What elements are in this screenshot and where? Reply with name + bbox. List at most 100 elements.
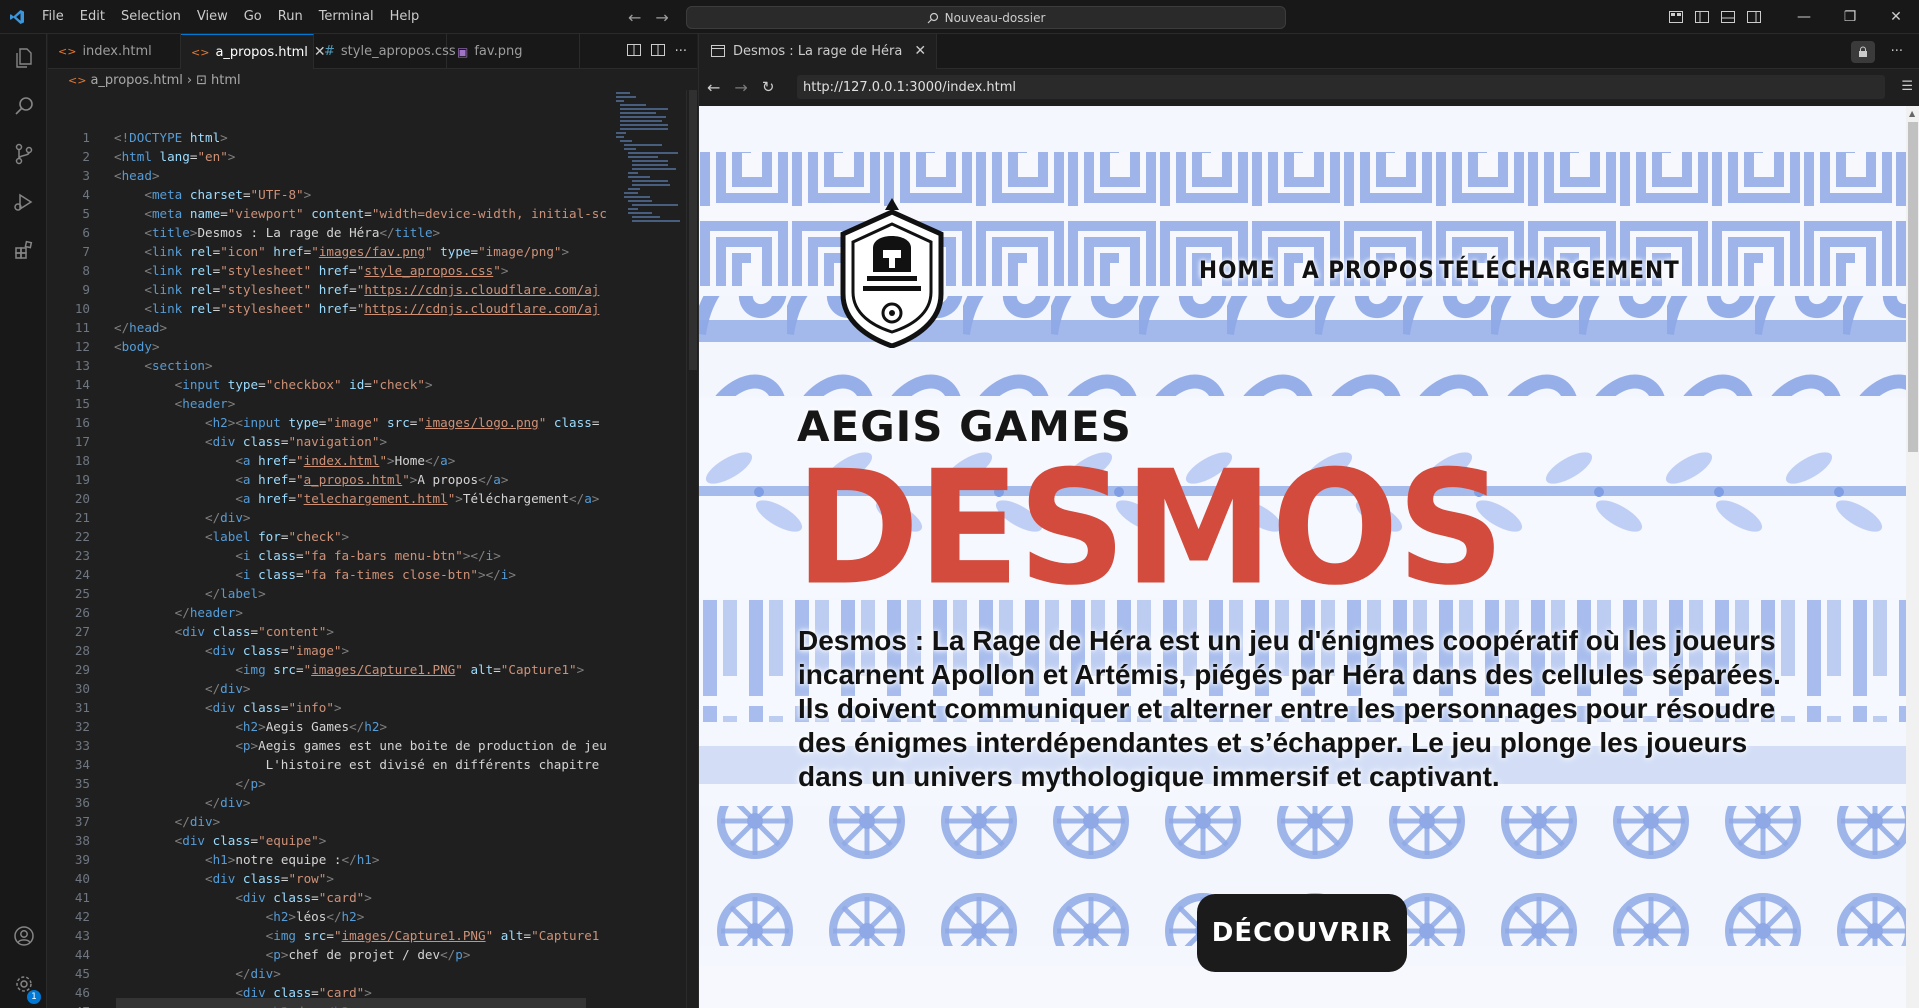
code-line[interactable]: 2 <html lang="en">: [48, 147, 608, 166]
code-line[interactable]: 10 <link rel="stylesheet" href="https://…: [48, 299, 608, 318]
code-line[interactable]: 14 <input type="checkbox" id="check">: [48, 375, 608, 394]
code-line[interactable]: 29 <img src="images/Capture1.PNG" alt="C…: [48, 660, 608, 679]
vscode-logo-icon[interactable]: [0, 0, 34, 34]
close-tab-icon[interactable]: ✕: [914, 43, 926, 59]
menu-help[interactable]: Help: [382, 0, 428, 34]
menu-view[interactable]: View: [189, 0, 236, 34]
code-line[interactable]: 24 <i class="fa fa-times close-btn"></i>: [48, 565, 608, 584]
lock-group-icon[interactable]: [1850, 40, 1875, 63]
command-center[interactable]: Nouveau-dossier: [686, 6, 1286, 29]
forward-arrow-icon[interactable]: →: [655, 8, 668, 27]
menu-edit[interactable]: Edit: [72, 0, 113, 34]
code-line[interactable]: 38 <div class="equipe">: [48, 831, 608, 850]
code-line[interactable]: 9 <link rel="stylesheet" href="https://c…: [48, 280, 608, 299]
scroll-up-icon[interactable]: ▲: [1909, 109, 1915, 118]
toggle-panel-icon[interactable]: [1715, 0, 1741, 34]
browser-tab[interactable]: Desmos : La rage de Héra ✕: [699, 33, 938, 69]
menu-run[interactable]: Run: [270, 0, 311, 34]
code-line[interactable]: 39 <h1>notre equipe :</h1>: [48, 850, 608, 869]
reload-icon[interactable]: ↻: [762, 78, 775, 96]
code-line[interactable]: 34 L'histoire est divisé en différents c…: [48, 755, 608, 774]
code-line[interactable]: 5 <meta name="viewport" content="width=d…: [48, 204, 608, 223]
menu-go[interactable]: Go: [236, 0, 270, 34]
code-line[interactable]: 23 <i class="fa fa-bars menu-btn"></i>: [48, 546, 608, 565]
editor-vertical-scrollbar[interactable]: [686, 90, 698, 1008]
toggle-secondary-sidebar-icon[interactable]: [1741, 0, 1767, 34]
url-input[interactable]: http://127.0.0.1:3000/index.html: [797, 75, 1885, 99]
code-line[interactable]: 8 <link rel="stylesheet" href="style_apr…: [48, 261, 608, 280]
nav-link-a-propos[interactable]: A propos: [1302, 256, 1435, 284]
close-window-icon[interactable]: ✕: [1873, 0, 1919, 34]
code-line[interactable]: 33 <p>Aegis games est une boite de produ…: [48, 736, 608, 755]
code-line[interactable]: 36 </div>: [48, 793, 608, 812]
open-preview-icon[interactable]: [626, 43, 641, 61]
run-debug-icon[interactable]: [0, 178, 47, 226]
accounts-icon[interactable]: [0, 912, 47, 960]
code-line[interactable]: 17 <div class="navigation">: [48, 432, 608, 451]
code-line[interactable]: 1 <!DOCTYPE html>: [48, 128, 608, 147]
tab-a-propos-html[interactable]: <> a_propos.html ✕: [181, 34, 326, 69]
code-line[interactable]: 20 <a href="telechargement.html">Télécha…: [48, 489, 608, 508]
code-line[interactable]: 37 </div>: [48, 812, 608, 831]
code-line[interactable]: 6 <title>Desmos : La rage de Héra</title…: [48, 223, 608, 242]
hamburger-menu-icon[interactable]: ☰: [1901, 79, 1913, 94]
code-line[interactable]: 42 <h2>léos</h2>: [48, 907, 608, 926]
code-line[interactable]: 26 </header>: [48, 603, 608, 622]
menu-selection[interactable]: Selection: [113, 0, 189, 34]
nav-link-telechargement[interactable]: Téléchargement: [1439, 256, 1680, 284]
code-line[interactable]: 13 <section>: [48, 356, 608, 375]
back-arrow-icon[interactable]: ←: [628, 8, 641, 27]
manage-gear-icon[interactable]: 1: [0, 960, 47, 1008]
code-line[interactable]: 32 <h2>Aegis Games</h2>: [48, 717, 608, 736]
code-line[interactable]: 35 </p>: [48, 774, 608, 793]
code-line[interactable]: 19 <a href="a_propos.html">A propos</a>: [48, 470, 608, 489]
code-line[interactable]: 28 <div class="image">: [48, 641, 608, 660]
code-line[interactable]: 41 <div class="card">: [48, 888, 608, 907]
code-line[interactable]: 21 </div>: [48, 508, 608, 527]
more-actions-icon[interactable]: ···: [675, 44, 687, 59]
more-actions-icon[interactable]: ···: [1891, 44, 1903, 59]
aegis-games-logo[interactable]: [839, 198, 945, 352]
decouvrir-button[interactable]: Découvrir: [1197, 894, 1407, 972]
code-line[interactable]: 11 </head>: [48, 318, 608, 337]
source-control-icon[interactable]: [0, 130, 47, 178]
code-line[interactable]: 45 </div>: [48, 964, 608, 983]
code-line[interactable]: 25 </label>: [48, 584, 608, 603]
toggle-sidebar-icon[interactable]: [1689, 0, 1715, 34]
code-line[interactable]: 30 </div>: [48, 679, 608, 698]
code-editor[interactable]: 1 <!DOCTYPE html> 2 <html lang="en"> 3 <head>…: [48, 128, 608, 1008]
menu-file[interactable]: File: [34, 0, 72, 34]
code-line[interactable]: 27 <div class="content">: [48, 622, 608, 641]
nav-link-home[interactable]: Home: [1199, 256, 1276, 284]
page-scrollbar[interactable]: ▲: [1906, 106, 1919, 1008]
tab-style-apropos-css[interactable]: # style_apropos.css: [314, 34, 456, 69]
code-line[interactable]: 31 <div class="info">: [48, 698, 608, 717]
code-line[interactable]: 44 <p>chef de projet / dev</p>: [48, 945, 608, 964]
tab-index-html[interactable]: <> index.html: [48, 34, 181, 69]
tab-fav-png[interactable]: ▣ fav.png: [447, 34, 580, 69]
code-line[interactable]: 16 <h2><input type="image" src="images/l…: [48, 413, 608, 432]
code-line[interactable]: 12 <body>: [48, 337, 608, 356]
code-line[interactable]: 40 <div class="row">: [48, 869, 608, 888]
menu-terminal[interactable]: Terminal: [311, 0, 382, 34]
code-line[interactable]: 22 <label for="check">: [48, 527, 608, 546]
explorer-icon[interactable]: [0, 34, 47, 82]
scrollbar-thumb[interactable]: [1908, 122, 1918, 452]
code-line[interactable]: 3 <head>: [48, 166, 608, 185]
breadcrumb-file[interactable]: a_propos.html: [90, 73, 182, 88]
breadcrumb-node[interactable]: html: [211, 73, 241, 88]
minimap[interactable]: [614, 90, 684, 290]
minimize-icon[interactable]: —: [1781, 0, 1827, 34]
split-editor-icon[interactable]: [650, 43, 665, 61]
code-line[interactable]: 4 <meta charset="UTF-8">: [48, 185, 608, 204]
search-icon[interactable]: [0, 82, 47, 130]
extensions-icon[interactable]: [0, 226, 47, 274]
code-line[interactable]: 15 <header>: [48, 394, 608, 413]
customize-layout-icon[interactable]: [1663, 0, 1689, 34]
code-line[interactable]: 43 <img src="images/Capture1.PNG" alt="C…: [48, 926, 608, 945]
restore-icon[interactable]: ❐: [1827, 0, 1873, 34]
code-line[interactable]: 18 <a href="index.html">Home</a>: [48, 451, 608, 470]
editor-horizontal-scrollbar[interactable]: [116, 998, 586, 1008]
code-line[interactable]: 7 <link rel="icon" href="images/fav.png"…: [48, 242, 608, 261]
back-arrow-icon[interactable]: ←: [707, 78, 720, 97]
